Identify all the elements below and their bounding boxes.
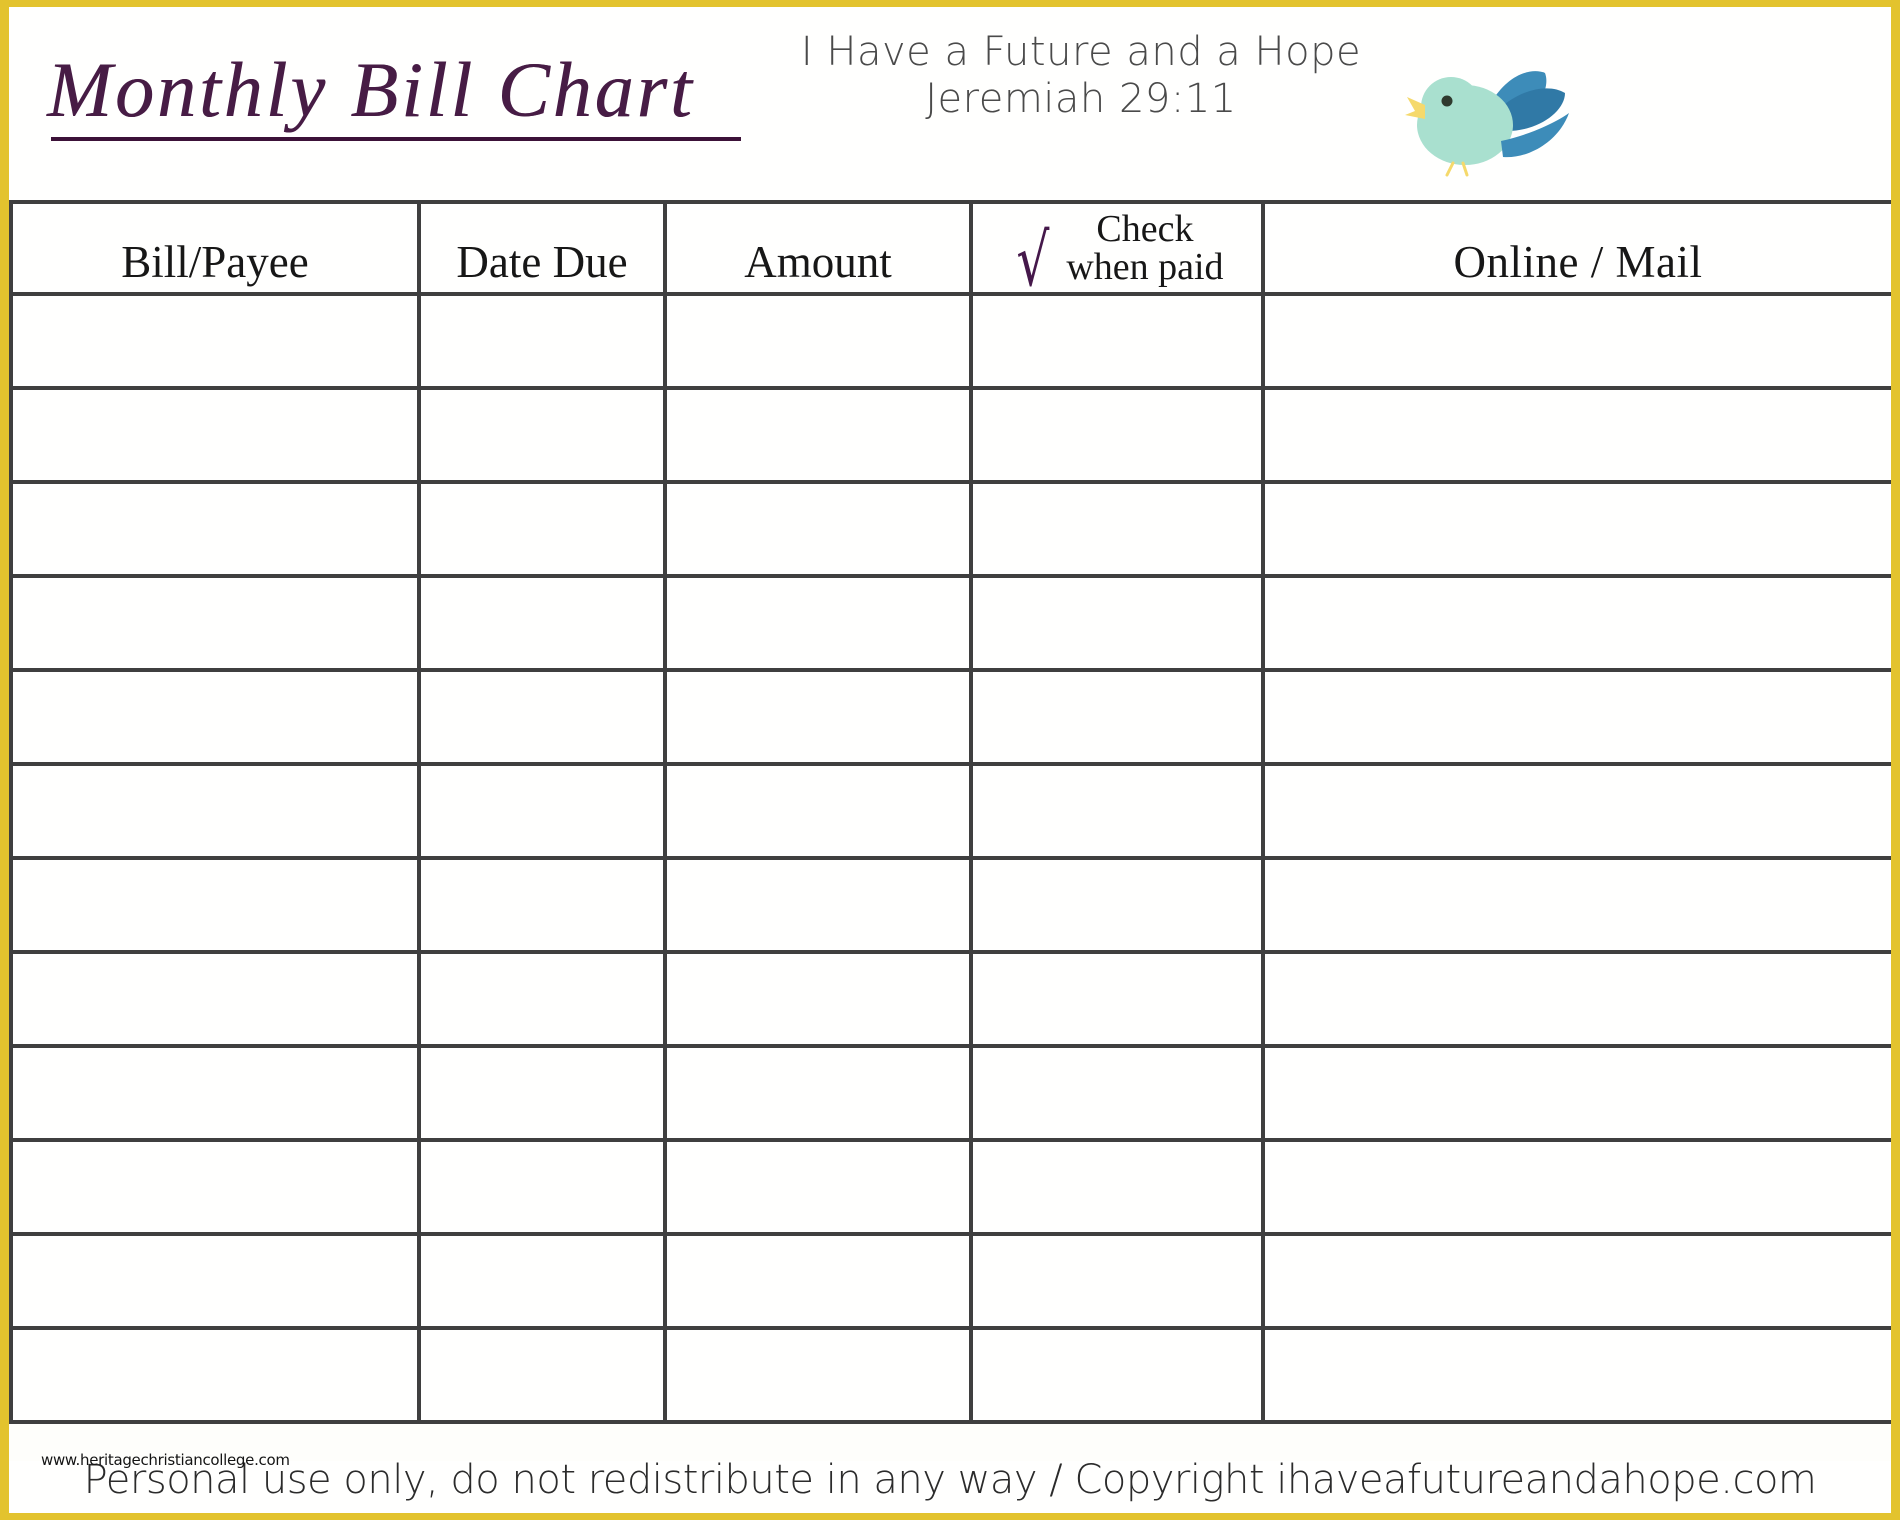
cell-online[interactable]: [1261, 574, 1891, 672]
table-row: [9, 480, 1891, 578]
table-row: [9, 1232, 1891, 1330]
cell-date[interactable]: [417, 292, 667, 390]
cell-check[interactable]: [969, 950, 1265, 1048]
bill-table: Bill/Payee Date Due Amount √ Check when …: [9, 200, 1891, 1424]
cell-check[interactable]: [969, 762, 1265, 860]
cell-bill[interactable]: [9, 1044, 421, 1142]
cell-bill[interactable]: [9, 386, 421, 484]
tagline-line-2: Jeremiah 29:11: [925, 76, 1237, 123]
cell-amount[interactable]: [663, 762, 973, 860]
cell-check[interactable]: [969, 1138, 1265, 1236]
check-header-line-2: when paid: [1066, 246, 1224, 288]
table-row: [9, 762, 1891, 860]
table-row: [9, 950, 1891, 1048]
title-underline: [51, 137, 741, 141]
tagline: I Have a Future and a Hope Jeremiah 29:1…: [771, 29, 1391, 123]
cell-amount[interactable]: [663, 1326, 973, 1424]
cell-amount[interactable]: [663, 1044, 973, 1142]
cell-check[interactable]: [969, 386, 1265, 484]
cell-date[interactable]: [417, 1044, 667, 1142]
tagline-line-1: I Have a Future and a Hope: [800, 29, 1362, 75]
printable-page: Monthly Bill Chart I Have a Future and a…: [0, 0, 1900, 1520]
cell-date[interactable]: [417, 950, 667, 1048]
cell-bill[interactable]: [9, 480, 421, 578]
cell-date[interactable]: [417, 856, 667, 954]
column-header-date-due: Date Due: [417, 200, 667, 296]
cell-check[interactable]: [969, 292, 1265, 390]
cell-online[interactable]: [1261, 480, 1891, 578]
cell-bill[interactable]: [9, 950, 421, 1048]
cell-date[interactable]: [417, 386, 667, 484]
page-footer: www.heritagechristiancollege.com Persona…: [9, 1451, 1891, 1513]
page-header: Monthly Bill Chart I Have a Future and a…: [9, 7, 1891, 200]
table-row: [9, 1326, 1891, 1424]
column-header-amount: Amount: [663, 200, 973, 296]
cell-date[interactable]: [417, 574, 667, 672]
cell-online[interactable]: [1261, 950, 1891, 1048]
bird-icon: [1379, 49, 1579, 179]
cell-bill[interactable]: [9, 762, 421, 860]
checkmark-icon: √: [1016, 217, 1050, 302]
cell-online[interactable]: [1261, 856, 1891, 954]
table-row: [9, 1138, 1891, 1236]
cell-date[interactable]: [417, 1138, 667, 1236]
cell-amount[interactable]: [663, 856, 973, 954]
watermark-text: www.heritagechristiancollege.com: [41, 1451, 290, 1469]
cell-amount[interactable]: [663, 574, 973, 672]
cell-date[interactable]: [417, 668, 667, 766]
cell-amount[interactable]: [663, 668, 973, 766]
table-body: [9, 292, 1891, 1424]
column-header-online-mail: Online / Mail: [1261, 200, 1891, 296]
cell-online[interactable]: [1261, 292, 1891, 390]
cell-bill[interactable]: [9, 574, 421, 672]
cell-amount[interactable]: [663, 1232, 973, 1330]
cell-check[interactable]: [969, 856, 1265, 954]
cell-bill[interactable]: [9, 1326, 421, 1424]
table-row: [9, 856, 1891, 954]
cell-amount[interactable]: [663, 480, 973, 578]
cell-amount[interactable]: [663, 1138, 973, 1236]
page-title: Monthly Bill Chart: [47, 46, 695, 133]
cell-check[interactable]: [969, 480, 1265, 578]
cell-amount[interactable]: [663, 950, 973, 1048]
cell-online[interactable]: [1261, 1232, 1891, 1330]
cell-check[interactable]: [969, 574, 1265, 672]
table-row: [9, 668, 1891, 766]
cell-online[interactable]: [1261, 1044, 1891, 1142]
cell-online[interactable]: [1261, 386, 1891, 484]
cell-date[interactable]: [417, 1232, 667, 1330]
cell-date[interactable]: [417, 480, 667, 578]
column-header-check-when-paid: √ Check when paid: [969, 200, 1265, 302]
cell-check[interactable]: [969, 668, 1265, 766]
table-row: [9, 574, 1891, 672]
cell-amount[interactable]: [663, 292, 973, 390]
table-header-row: Bill/Payee Date Due Amount √ Check when …: [9, 200, 1891, 302]
copyright-text: Personal use only, do not redistribute i…: [83, 1457, 1817, 1503]
check-header-line-1: Check: [1096, 208, 1194, 250]
cell-amount[interactable]: [663, 386, 973, 484]
cell-online[interactable]: [1261, 668, 1891, 766]
cell-date[interactable]: [417, 762, 667, 860]
cell-bill[interactable]: [9, 292, 421, 390]
cell-online[interactable]: [1261, 762, 1891, 860]
cell-check[interactable]: [969, 1326, 1265, 1424]
cell-bill[interactable]: [9, 1232, 421, 1330]
column-header-bill-payee: Bill/Payee: [9, 200, 421, 296]
table-row: [9, 386, 1891, 484]
table-row: [9, 292, 1891, 390]
cell-date[interactable]: [417, 1326, 667, 1424]
cell-bill[interactable]: [9, 668, 421, 766]
table-row: [9, 1044, 1891, 1142]
cell-check[interactable]: [969, 1232, 1265, 1330]
cell-bill[interactable]: [9, 1138, 421, 1236]
cell-bill[interactable]: [9, 856, 421, 954]
cell-online[interactable]: [1261, 1326, 1891, 1424]
cell-check[interactable]: [969, 1044, 1265, 1142]
cell-online[interactable]: [1261, 1138, 1891, 1236]
